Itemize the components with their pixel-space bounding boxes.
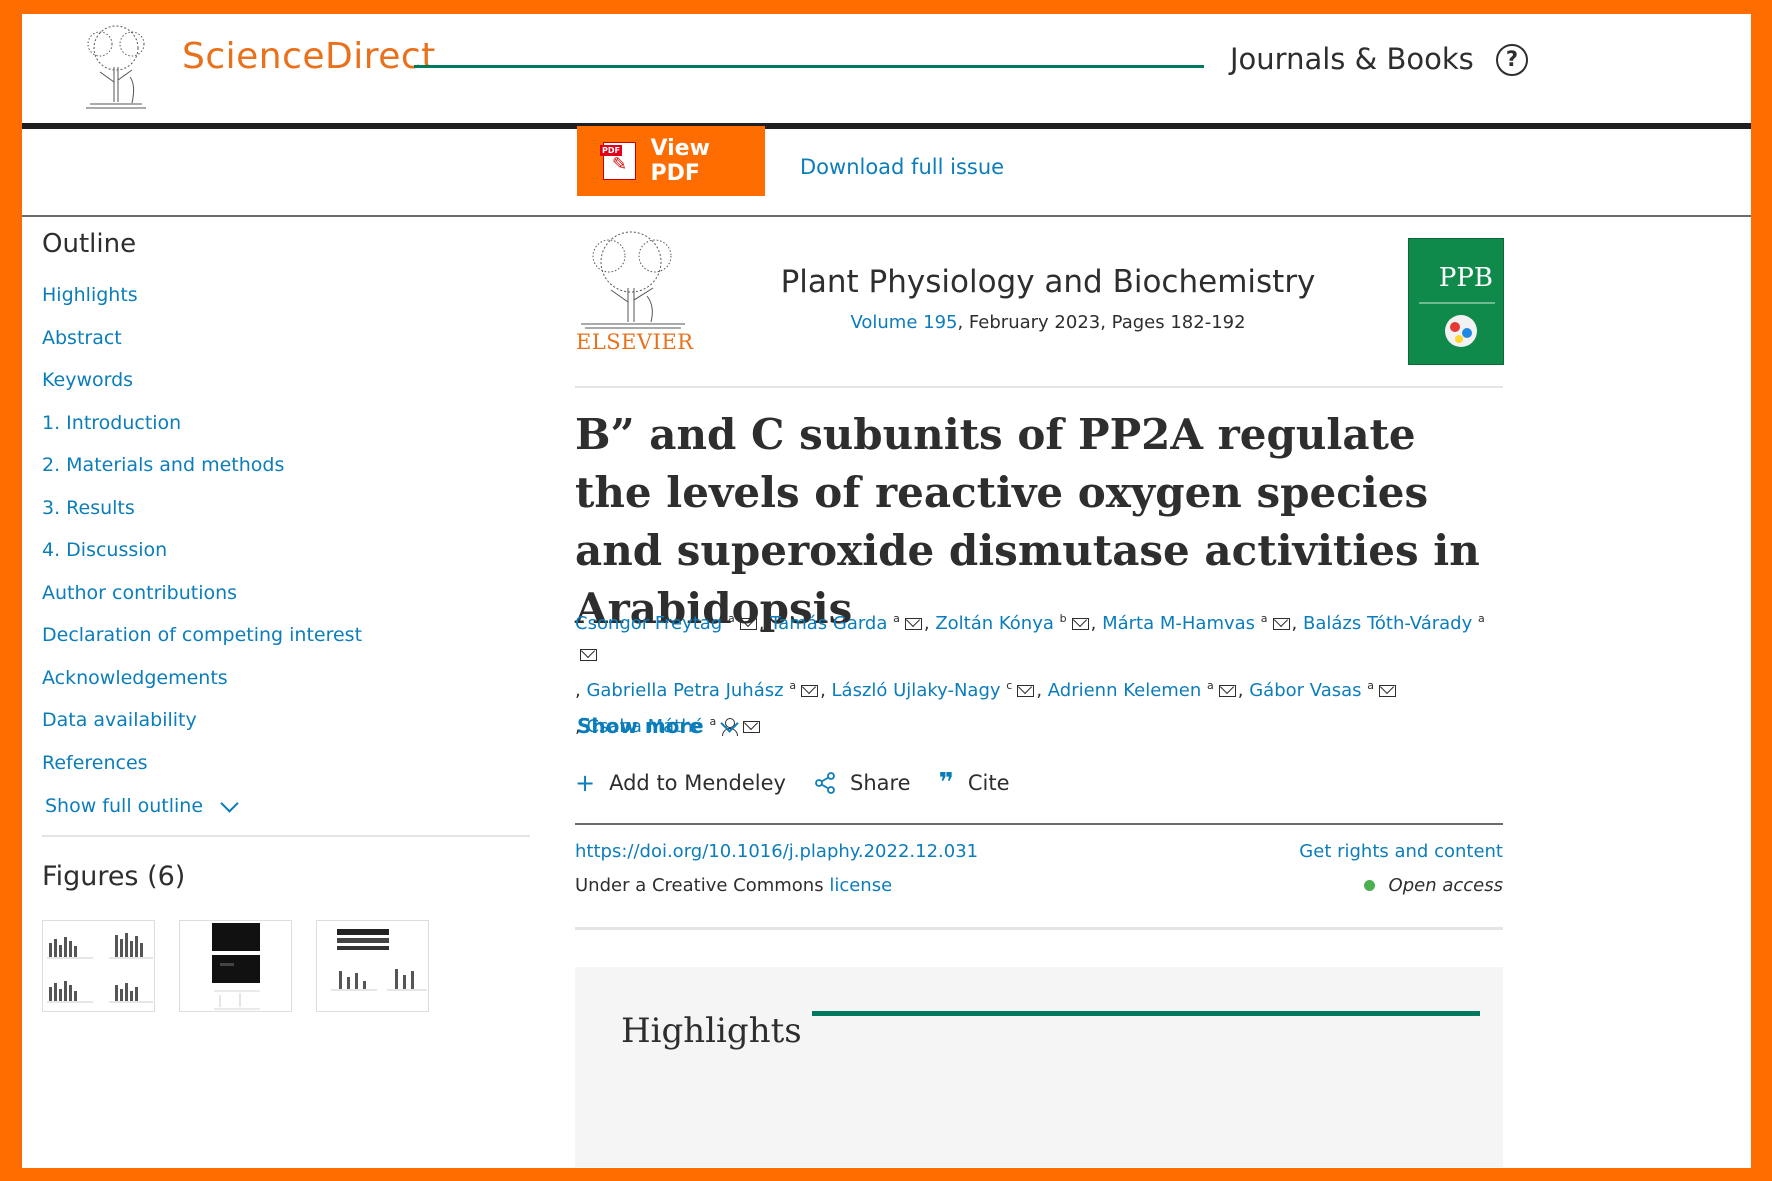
page-frame: ScienceDirect Journals & Books ? PDF ✎ Vi…	[22, 14, 1751, 1168]
outline-item[interactable]: 2. Materials and methods	[42, 449, 542, 492]
author-link[interactable]: Gabriella Petra Juhász	[586, 680, 783, 701]
outline-item[interactable]: Acknowledgements	[42, 662, 542, 705]
site-header: ScienceDirect Journals & Books ?	[22, 14, 1751, 129]
highlights-rule	[812, 1011, 1480, 1016]
outline-item[interactable]: Data availability	[42, 704, 542, 747]
share-icon	[815, 772, 835, 794]
article-toolbar: PDF ✎ View PDF Download full issue	[22, 126, 1751, 217]
show-full-outline-button[interactable]: Show full outline	[45, 793, 542, 817]
share-label: Share	[849, 771, 911, 795]
show-full-outline-label: Show full outline	[45, 795, 204, 817]
journal-title[interactable]: Plant Physiology and Biochemistry	[575, 264, 1521, 300]
show-more-label: Show more	[577, 714, 703, 738]
author-link[interactable]: Csongor Freytag	[575, 613, 722, 634]
open-access-dot-icon	[1363, 880, 1375, 891]
view-pdf-button[interactable]: PDF ✎ View PDF	[577, 126, 765, 196]
affiliation-sup: a	[727, 612, 735, 625]
figure-thumbnail-blots[interactable]	[316, 920, 429, 1012]
outline-item[interactable]: Author contributions	[42, 577, 542, 620]
outline-item[interactable]: References	[42, 747, 542, 790]
chevron-down-icon	[720, 713, 739, 733]
author-link[interactable]: Tamás Garda	[770, 613, 887, 634]
author-link[interactable]: László Ujlaky-Nagy	[832, 680, 1001, 701]
view-pdf-label: View PDF	[650, 136, 710, 186]
elsevier-tree-logo-icon[interactable]	[70, 22, 162, 112]
license-link[interactable]: license	[829, 875, 892, 896]
envelope-icon[interactable]	[1379, 685, 1396, 697]
outline-sidebar: Outline Highlights Abstract Keywords 1. …	[42, 229, 542, 1012]
journal-cover-image[interactable]: PPB	[1408, 238, 1504, 365]
outline-title: Outline	[42, 229, 137, 259]
envelope-icon[interactable]	[1272, 618, 1290, 630]
volume-details: , February 2023, Pages 182-192	[957, 312, 1246, 333]
outline-list: Highlights Abstract Keywords 1. Introduc…	[42, 279, 542, 789]
envelope-icon[interactable]	[801, 685, 819, 697]
brand-name[interactable]: ScienceDirect	[182, 36, 436, 77]
author-link[interactable]: Zoltán Kónya	[935, 613, 1054, 634]
show-more-button[interactable]: Show more	[577, 713, 739, 738]
affiliation-sup: c	[1006, 679, 1013, 692]
outline-item[interactable]: 1. Introduction	[42, 407, 542, 450]
affiliation-sup: a	[789, 679, 797, 692]
volume-line: Volume 195, February 2023, Pages 182-192	[575, 312, 1521, 333]
sidebar-divider	[42, 835, 530, 837]
license-line: Under a Creative Commons license	[575, 875, 892, 896]
affiliation-sup: a	[1367, 679, 1374, 692]
share-button[interactable]: Share	[814, 771, 911, 795]
highlights-section: Highlights	[575, 967, 1503, 1167]
article-divider	[575, 823, 1503, 825]
open-access-badge: Open access	[1363, 875, 1503, 896]
envelope-icon[interactable]	[1017, 685, 1035, 697]
author-link[interactable]: Balázs Tóth-Várady	[1303, 613, 1472, 634]
highlights-heading: Highlights	[621, 1011, 802, 1051]
affiliation-sup: a	[1478, 612, 1485, 625]
download-full-issue-link[interactable]: Download full issue	[800, 155, 1004, 179]
affiliation-sup: b	[1059, 612, 1067, 625]
plus-icon: +	[575, 769, 596, 797]
envelope-icon[interactable]	[904, 618, 922, 630]
add-to-mendeley-label: Add to Mendeley	[609, 771, 786, 795]
pdf-file-icon: PDF ✎	[600, 142, 637, 180]
chevron-down-icon	[220, 793, 239, 813]
journals-books-link[interactable]: Journals & Books	[1230, 42, 1474, 76]
elsevier-wordmark: ELSEVIER	[576, 330, 694, 354]
doi-link[interactable]: https://doi.org/10.1016/j.plaphy.2022.12…	[575, 841, 978, 862]
article-divider	[575, 386, 1503, 388]
envelope-icon[interactable]	[1218, 685, 1236, 697]
affiliation-sup: a	[1260, 612, 1268, 625]
outline-item[interactable]: Abstract	[42, 322, 542, 365]
volume-link[interactable]: Volume 195	[850, 312, 957, 333]
cite-button[interactable]: ❞ Cite	[939, 768, 1010, 798]
affiliation-sup: a	[893, 612, 900, 625]
affiliation-sup: a	[1207, 679, 1214, 692]
article-actions: + Add to Mendeley Share ❞ Cite	[575, 768, 1038, 798]
envelope-icon[interactable]	[1071, 618, 1089, 630]
author-link[interactable]: Gábor Vasas	[1249, 680, 1361, 701]
cite-label: Cite	[967, 771, 1010, 795]
figure-thumbnail-bar-charts[interactable]	[42, 920, 155, 1012]
open-access-label: Open access	[1388, 875, 1503, 896]
license-prefix: Under a Creative Commons	[575, 875, 830, 896]
outline-item[interactable]: Highlights	[42, 279, 542, 322]
article-divider	[575, 927, 1503, 930]
outline-item[interactable]: Declaration of competing interest	[42, 619, 542, 662]
author-link[interactable]: Márta M-Hamvas	[1102, 613, 1255, 634]
author-link[interactable]: Adrienn Kelemen	[1048, 680, 1202, 701]
envelope-icon[interactable]	[743, 721, 761, 733]
outline-item[interactable]: 4. Discussion	[42, 534, 542, 577]
add-to-mendeley-button[interactable]: + Add to Mendeley	[575, 769, 786, 797]
header-divider	[414, 65, 1204, 68]
rights-content-link[interactable]: Get rights and content	[1299, 841, 1503, 862]
figure-thumbnail-micrographs[interactable]	[179, 920, 292, 1012]
help-icon[interactable]: ?	[1496, 44, 1528, 76]
quote-icon: ❞	[938, 768, 954, 798]
figure-thumbnails	[42, 920, 542, 1012]
outline-item[interactable]: 3. Results	[42, 492, 542, 535]
outline-item[interactable]: Keywords	[42, 364, 542, 407]
envelope-icon[interactable]	[739, 618, 757, 630]
envelope-icon[interactable]	[580, 649, 597, 661]
figures-title: Figures (6)	[42, 861, 186, 892]
